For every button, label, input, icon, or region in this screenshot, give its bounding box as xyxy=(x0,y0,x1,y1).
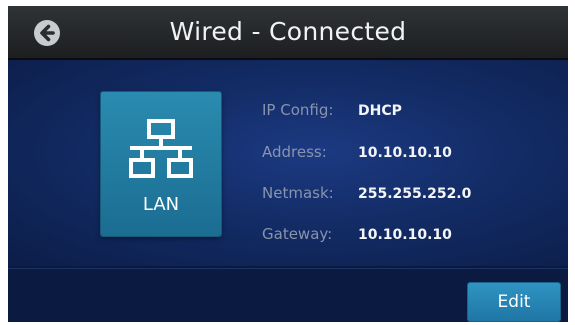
page-title: Wired - Connected xyxy=(169,17,407,46)
network-topology-icon xyxy=(129,119,193,178)
netmask-value: 255.255.252.0 xyxy=(358,186,472,202)
ip-config-label: IP Config: xyxy=(262,101,334,119)
footer-bar: Edit xyxy=(8,268,568,322)
arrow-left-circle-icon xyxy=(40,24,55,42)
address-label: Address: xyxy=(262,143,327,161)
lan-tile[interactable]: LAN xyxy=(101,92,221,236)
address-value: 10.10.10.10 xyxy=(358,145,452,161)
ip-config-value: DHCP xyxy=(358,103,402,119)
back-button[interactable] xyxy=(34,20,60,46)
title-bar: Wired - Connected xyxy=(8,6,568,60)
info-row-netmask: Netmask: 255.255.252.0 xyxy=(262,182,471,204)
wired-status-screen: Wired - Connected LAN IP Config: DHCP Add… xyxy=(8,6,568,322)
lan-label: LAN xyxy=(142,194,180,215)
info-row-ip-config: IP Config: DHCP xyxy=(262,99,402,121)
gateway-label: Gateway: xyxy=(262,225,333,243)
info-row-address: Address: 10.10.10.10 xyxy=(262,141,452,163)
connection-details-panel: LAN IP Config: DHCP Address: 10.10.10.10 N… xyxy=(8,60,568,266)
gateway-value: 10.10.10.10 xyxy=(358,227,452,243)
edit-button[interactable]: Edit xyxy=(468,283,560,321)
netmask-label: Netmask: xyxy=(262,184,334,202)
info-row-gateway: Gateway: 10.10.10.10 xyxy=(262,223,452,245)
